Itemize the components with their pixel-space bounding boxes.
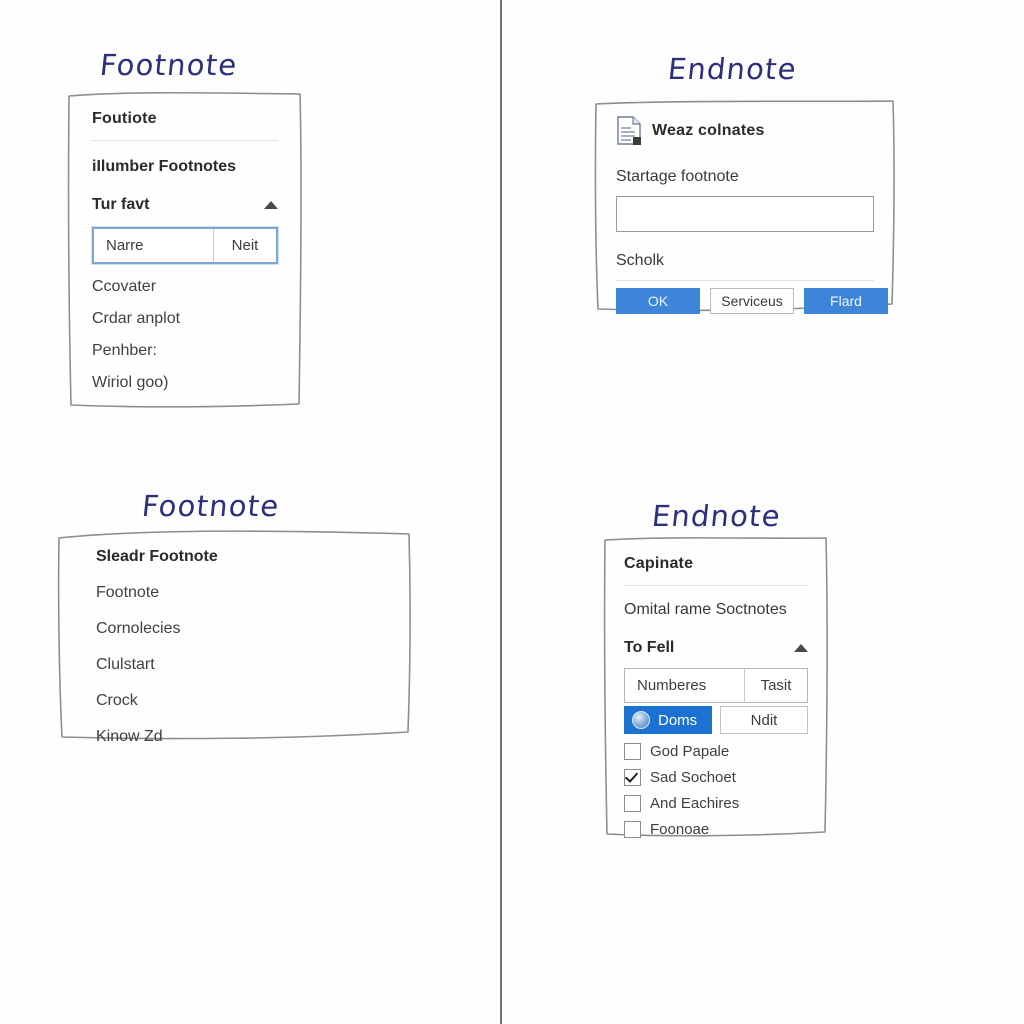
- panel-endnote-top-right: Weaz colnates Startage footnote Scholk O…: [592, 98, 898, 316]
- checkbox-and-eachires[interactable]: [624, 795, 641, 812]
- checkbox-row[interactable]: Sad Sochoet: [624, 769, 808, 786]
- header-divider: [92, 140, 278, 141]
- footer-divider: [616, 280, 874, 281]
- panel-footnote-bottom-left: Sleadr Footnote Footnote Cornolecies Clu…: [56, 526, 414, 745]
- chevron-up-icon[interactable]: [264, 201, 278, 209]
- combo-value[interactable]: Narre: [94, 229, 213, 262]
- caption-footnote-top-left: Footnote: [98, 48, 240, 82]
- panel-endnote-bottom-right: Capinate Omital rame Soctnotes To Fell N…: [602, 535, 830, 838]
- panel-header: Sleadr Footnote: [96, 548, 218, 565]
- combo-box-numberes[interactable]: Numberes Tasit: [624, 668, 808, 703]
- dialog-title-row: Weaz colnates: [616, 116, 874, 146]
- combo-value[interactable]: Numberes: [625, 669, 744, 702]
- combo-box-narre[interactable]: Narre Neit: [92, 227, 278, 264]
- vertical-divider: [500, 0, 502, 1024]
- chevron-up-icon[interactable]: [794, 644, 808, 652]
- dialog-title: Weaz colnates: [652, 122, 765, 139]
- checkbox-label: And Eachires: [650, 795, 740, 812]
- panel-header: Foutiote: [92, 110, 157, 127]
- selected-row[interactable]: Doms Ndit: [624, 706, 808, 734]
- field-label: Startage footnote: [616, 168, 739, 185]
- section-label: Tur favt: [92, 196, 150, 213]
- list-item[interactable]: Footnote: [96, 584, 374, 602]
- checkbox-label: Sad Sochoet: [650, 769, 736, 786]
- startage-footnote-input-field[interactable]: [617, 197, 873, 231]
- selected-row-label: Doms: [658, 711, 698, 729]
- startage-footnote-input[interactable]: [616, 196, 874, 232]
- ok-button[interactable]: OK: [616, 288, 700, 314]
- list-item[interactable]: Clulstart: [96, 656, 374, 674]
- footer-label: Scholk: [616, 252, 665, 269]
- caption-endnote-bottom-right: Endnote: [650, 499, 783, 533]
- selected-row-main[interactable]: Doms: [624, 706, 712, 734]
- section-toggle-to-fell[interactable]: To Fell: [624, 639, 808, 657]
- checkbox-foonoae[interactable]: [624, 821, 641, 838]
- panel-footnote-top-left: Foutiote iIlumber Footnotes Tur favt Nar…: [66, 88, 304, 410]
- serviceus-button[interactable]: Serviceus: [710, 288, 794, 314]
- caption-endnote-top-right: Endnote: [666, 52, 799, 86]
- list-item[interactable]: Wiriol goo): [92, 374, 278, 392]
- list-item[interactable]: Ccovater: [92, 278, 278, 296]
- list-item[interactable]: Crdar anplot: [92, 310, 278, 328]
- checkbox-sad-sochoet[interactable]: [624, 769, 641, 786]
- list-item[interactable]: Crock: [96, 692, 374, 710]
- list-item[interactable]: Kinow Zd: [96, 728, 374, 746]
- document-icon: [616, 116, 642, 146]
- section-toggle-tur-favt[interactable]: Tur favt: [92, 196, 278, 214]
- panel-subtitle: Omital rame Soctnotes: [624, 601, 787, 618]
- header-divider: [624, 585, 808, 586]
- checkbox-row[interactable]: God Papale: [624, 743, 808, 760]
- globe-icon: [632, 711, 650, 729]
- dialog-button-row: OK Serviceus Flard: [616, 288, 888, 314]
- checkbox-label: Foonoae: [650, 821, 710, 838]
- panel-subtitle: iIlumber Footnotes: [92, 158, 236, 175]
- section-label: To Fell: [624, 639, 675, 656]
- panel-header: Capinate: [624, 555, 694, 572]
- flard-button[interactable]: Flard: [804, 288, 888, 314]
- list-item[interactable]: Penhber:: [92, 342, 278, 360]
- selected-row-side[interactable]: Ndit: [720, 706, 808, 734]
- checkbox-row[interactable]: And Eachires: [624, 795, 808, 812]
- caption-footnote-bottom-left: Footnote: [140, 489, 282, 523]
- combo-side-value[interactable]: Neit: [213, 229, 276, 262]
- combo-side-value[interactable]: Tasit: [744, 669, 807, 702]
- checkbox-god-papale[interactable]: [624, 743, 641, 760]
- list-item[interactable]: Cornolecies: [96, 620, 374, 638]
- checkbox-row[interactable]: Foonoae: [624, 821, 808, 838]
- checkbox-label: God Papale: [650, 743, 730, 760]
